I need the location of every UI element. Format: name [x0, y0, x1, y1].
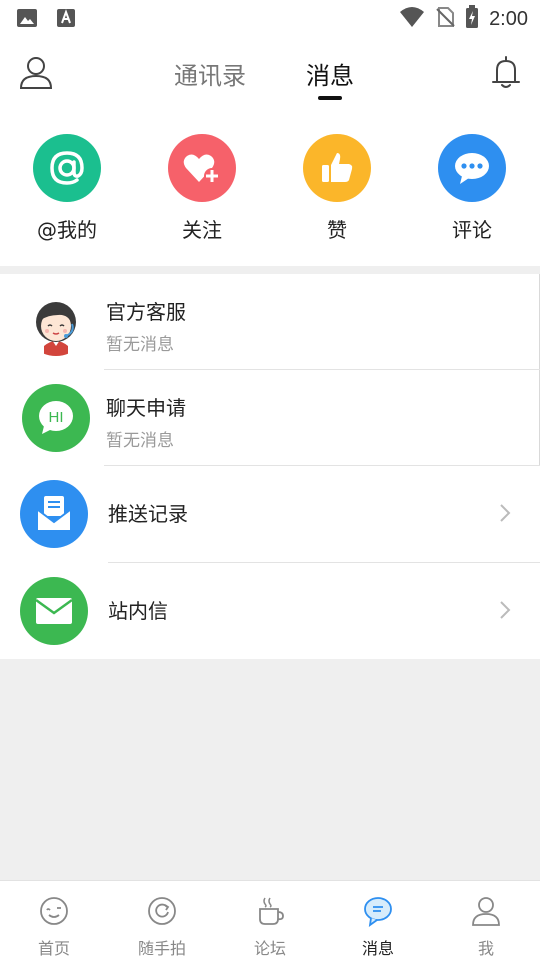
quick-action-mentions[interactable]: @我的: [7, 134, 127, 243]
hi-chat-icon: HI: [22, 384, 90, 452]
wifi-icon: [399, 6, 425, 32]
nav-forum[interactable]: 论坛: [216, 895, 324, 959]
nav-label: 消息: [361, 939, 394, 958]
profile-button[interactable]: [18, 54, 54, 90]
header: 通讯录 消息: [0, 36, 540, 116]
hi-avatar-text: HI: [49, 409, 64, 426]
entry-label: 推送记录: [108, 502, 188, 526]
nav-label: 论坛: [253, 939, 286, 958]
quick-action-follow[interactable]: 关注: [142, 134, 262, 243]
nav-snapshot[interactable]: 随手拍: [108, 895, 216, 959]
comment-bubble-icon: [438, 134, 506, 202]
conversation-title: 聊天申请: [106, 396, 186, 420]
quick-action-label: @我的: [37, 218, 97, 242]
bottom-navigation: 首页 随手拍 论坛 消息 我: [0, 880, 540, 961]
no-sim-icon: [435, 6, 455, 32]
quick-action-label: 赞: [327, 218, 347, 242]
person-icon: [472, 897, 500, 926]
conversation-chat-request[interactable]: HI 聊天申请 暂无消息: [0, 370, 540, 466]
quick-actions: @我的 关注 赞 评论: [0, 116, 540, 266]
thumbs-up-icon: [303, 134, 371, 202]
nav-label: 我: [477, 939, 494, 958]
support-agent-avatar: [22, 288, 90, 356]
bell-icon: [492, 56, 520, 88]
nav-me[interactable]: 我: [432, 895, 540, 959]
push-record-icon: [20, 480, 88, 548]
notification-button[interactable]: [488, 54, 524, 90]
mail-icon: [20, 577, 88, 645]
conversation-preview: 暂无消息: [106, 335, 174, 355]
chevron-right-icon: [500, 601, 511, 619]
nav-messages[interactable]: 消息: [324, 895, 432, 959]
coffee-cup-icon: [259, 897, 284, 925]
entry-label: 站内信: [108, 599, 168, 623]
camera-refresh-icon: [148, 897, 176, 925]
message-list: 官方客服 暂无消息 HI 聊天申请 暂无消息 推送记录 站内信: [0, 274, 540, 659]
home-face-icon: [40, 897, 68, 925]
heart-plus-icon: [168, 134, 236, 202]
entry-site-mail[interactable]: 站内信: [0, 563, 540, 659]
nav-home[interactable]: 首页: [0, 895, 108, 959]
conversation-title: 官方客服: [106, 300, 186, 324]
quick-action-comments[interactable]: 评论: [412, 134, 532, 243]
nav-label: 随手拍: [137, 939, 186, 958]
nav-label: 首页: [37, 939, 70, 958]
conversation-preview: 暂无消息: [106, 431, 174, 451]
status-bar: 2:00: [0, 0, 540, 36]
active-tab-indicator: [318, 96, 342, 100]
entry-push-records[interactable]: 推送记录: [0, 466, 540, 563]
quick-action-label: 关注: [182, 218, 222, 242]
quick-action-likes[interactable]: 赞: [277, 134, 397, 243]
chevron-right-icon: [500, 504, 511, 522]
user-icon: [19, 57, 53, 89]
at-icon: [33, 134, 101, 202]
tab-contacts[interactable]: 通讯录: [174, 56, 246, 91]
clock: 2:00: [489, 7, 528, 30]
image-notification-icon: [16, 8, 38, 32]
message-bubble-icon: [364, 897, 392, 927]
quick-action-label: 评论: [452, 218, 492, 242]
conversation-official-support[interactable]: 官方客服 暂无消息: [0, 274, 540, 370]
tab-messages[interactable]: 消息: [306, 56, 354, 91]
battery-charging-icon: [465, 5, 479, 33]
font-notification-icon: [56, 8, 76, 32]
